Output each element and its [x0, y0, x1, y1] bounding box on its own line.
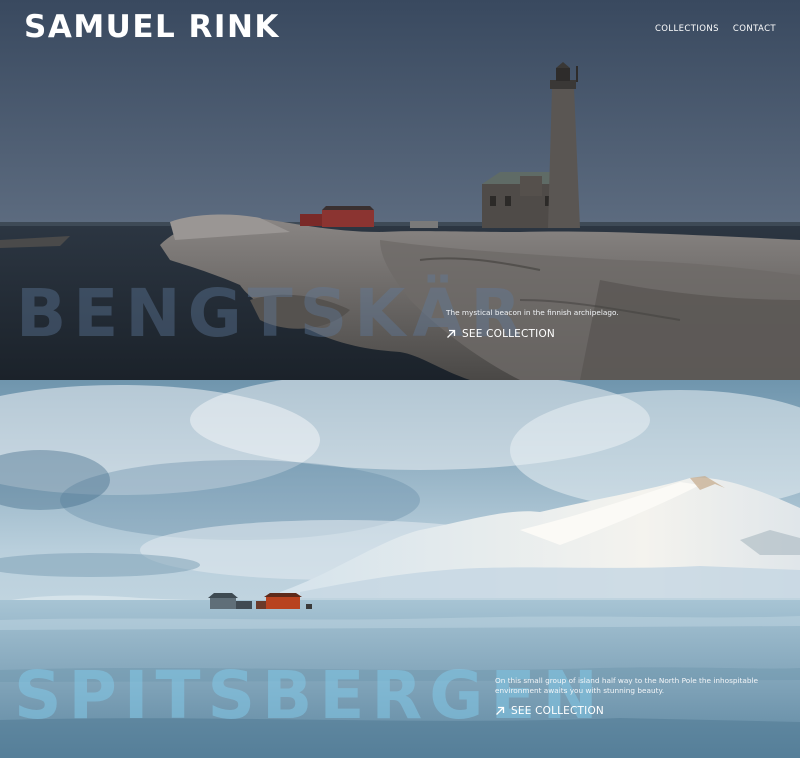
arrow-up-right-icon [496, 706, 505, 715]
collection-description: The mystical beacon in the finnish archi… [446, 308, 619, 317]
main-nav: COLLECTIONS CONTACT [655, 24, 776, 34]
see-collection-button[interactable]: SEE COLLECTION [495, 705, 604, 717]
see-collection-button[interactable]: SEE COLLECTION [446, 328, 555, 340]
site-title[interactable]: SAMUEL RINK [24, 9, 280, 45]
nav-contact[interactable]: CONTACT [733, 24, 776, 34]
collection-panel-spitsbergen[interactable]: SPITSBERGEN On this small group of islan… [0, 380, 800, 758]
see-collection-label: SEE COLLECTION [462, 328, 555, 340]
arrow-up-right-icon [447, 329, 456, 338]
nav-collections[interactable]: COLLECTIONS [655, 24, 719, 34]
collection-panel-bengtskar[interactable]: BENGTSKÄR The mystical beacon in the fin… [0, 0, 800, 380]
collection-title: SPITSBERGEN [14, 657, 605, 734]
collection-description: On this small group of island half way t… [495, 676, 759, 695]
see-collection-label: SEE COLLECTION [511, 705, 604, 717]
